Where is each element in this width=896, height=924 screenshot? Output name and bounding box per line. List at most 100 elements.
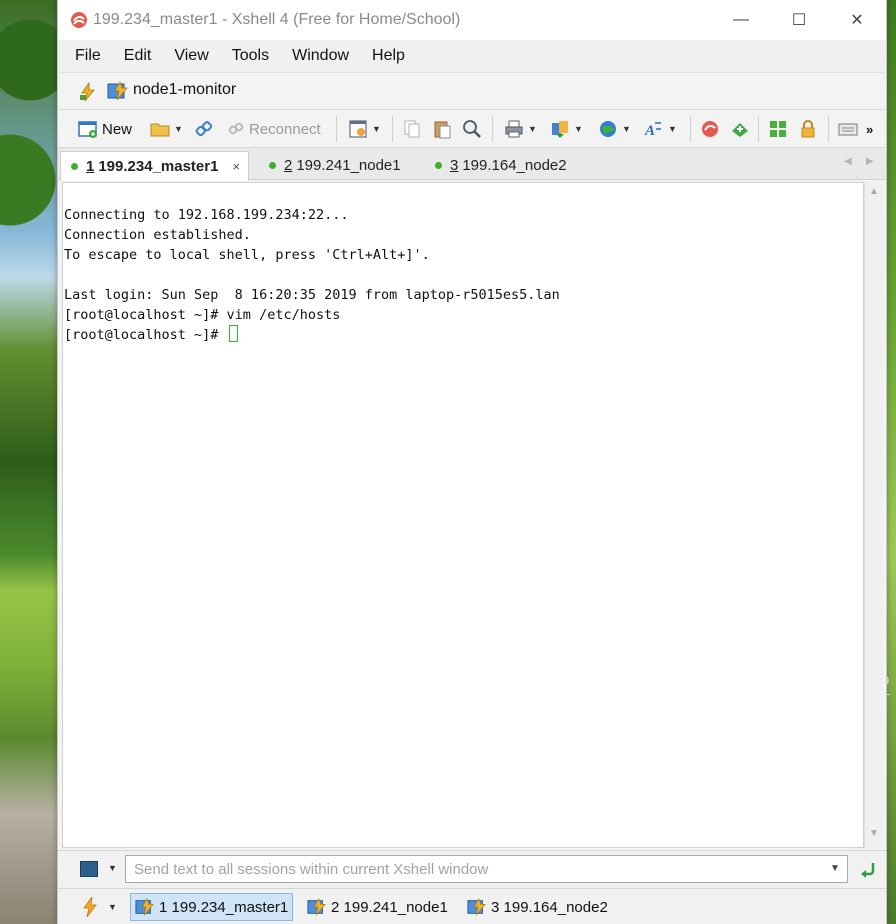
window-title: 199.234_master1 - Xshell 4 (Free for Hom… [93,11,461,28]
toolbar-separator [392,116,393,142]
find-button[interactable] [462,118,482,140]
send-arrow-icon[interactable] [858,860,878,880]
compose-bar: ▼ ▼ [58,850,886,888]
print-button[interactable]: ▼ [504,118,537,140]
xftp-button[interactable] [730,118,750,140]
maximize-button[interactable]: ☐ [770,0,828,40]
copy-button[interactable] [402,118,422,140]
transfer-button[interactable]: ▼ [550,118,583,140]
compose-mode-icon[interactable] [80,861,98,877]
session-button-1[interactable]: 1 199.234_master1 [130,893,294,921]
tab-label: 199.241_node1 [296,157,401,174]
link-icon [195,121,213,137]
chevron-down-icon[interactable]: ▼ [830,863,840,874]
send-to-all-input[interactable] [125,855,848,883]
toolbar-separator [492,116,493,142]
reconnect-button[interactable]: Reconnect [226,118,321,140]
title-bar[interactable]: 199.234_master1 - Xshell 4 (Free for Hom… [58,0,886,40]
reconnect-label: Reconnect [249,120,321,138]
print-dropdown-caret[interactable]: ▼ [528,124,537,134]
paste-button[interactable] [432,118,452,140]
tab-scroll-left-icon[interactable]: ◀ [844,156,852,167]
new-session-icon [78,121,97,138]
keyboard-icon [838,123,858,136]
script-dropdown-caret[interactable]: ▼ [622,124,631,134]
session-button-3[interactable]: 3 199.164_node2 [463,893,612,921]
session-bar-caret[interactable]: ▼ [108,902,117,912]
file-transfer-icon [552,121,568,138]
xshell-button[interactable] [700,118,720,140]
script-button[interactable]: ▼ [598,118,631,140]
toolbar: New ▼ Reconnect ▼ ▼ ▼ ▼ A ▼ » [58,110,886,148]
font-button[interactable]: A ▼ [644,118,677,140]
tab-number: 1 [86,158,95,175]
terminal-scrollbar[interactable]: ▲ ▼ [864,182,883,848]
grid-layout-icon [770,121,786,137]
properties-dropdown-caret[interactable]: ▼ [372,124,381,134]
search-icon [463,120,481,138]
new-session-button[interactable]: New [78,118,132,140]
terminal-prompt: [root@localhost ~]# [64,327,227,343]
scroll-down-icon[interactable]: ▼ [869,828,879,839]
menu-edit[interactable]: Edit [121,41,155,71]
globe-icon [600,121,616,137]
session-tab-bar: 1 199.234_master1 × 2 199.241_node1 3 19… [58,148,886,181]
tab-session-2[interactable]: 2 199.241_node1 [259,151,401,180]
tab-scroll-right-icon[interactable]: ▶ [866,156,874,167]
layout-button[interactable] [768,118,788,140]
toolbar-separator [758,116,759,142]
toolbar-separator [336,116,337,142]
session-button-2[interactable]: 2 199.241_node1 [303,893,452,921]
menu-window[interactable]: Window [289,41,352,71]
tab-label: 199.164_node2 [462,157,567,174]
menu-view[interactable]: View [171,41,211,71]
printer-icon [505,120,523,138]
connected-status-dot [269,162,276,169]
session-label: 2 199.241_node1 [331,898,448,916]
session-label: 1 199.234_master1 [159,898,289,916]
tab-session-1[interactable]: 1 199.234_master1 × [60,151,250,181]
properties-button[interactable]: ▼ [348,118,381,140]
tab-number: 2 [284,157,293,174]
lightning-icon[interactable] [80,896,100,918]
tab-session-3[interactable]: 3 199.164_node2 [425,151,567,180]
close-button[interactable]: ✕ [828,0,886,40]
copy-icon [404,120,420,138]
toolbar-overflow-button[interactable]: » [866,118,873,140]
session-icon [307,898,326,916]
terminal-line: Connecting to 192.168.199.234:22... [64,207,349,223]
connected-status-dot [435,162,442,169]
menu-help[interactable]: Help [369,41,408,71]
tab-close-icon[interactable]: × [232,159,240,174]
menu-file[interactable]: File [72,41,104,71]
font-dropdown-caret[interactable]: ▼ [668,124,677,134]
toolbar-separator [690,116,691,142]
lock-button[interactable] [798,118,818,140]
terminal-cursor [228,325,238,342]
session-manager-icon[interactable] [78,82,98,102]
open-dropdown-caret[interactable]: ▼ [174,124,183,134]
session-label: 3 199.164_node2 [491,898,608,916]
address-session-name[interactable]: node1-monitor [133,81,236,99]
compose-mode-caret[interactable]: ▼ [108,863,117,873]
menu-tools[interactable]: Tools [229,41,272,71]
address-bar: node1-monitor [58,72,886,110]
keyboard-button[interactable] [838,118,858,140]
scroll-up-icon[interactable]: ▲ [869,186,879,197]
reconnect-icon [228,122,244,135]
terminal-output: Connecting to 192.168.199.234:22... Conn… [64,205,560,345]
menu-bar: File Edit View Tools Window Help [58,40,886,72]
open-button[interactable]: ▼ [150,118,183,140]
toolbar-separator [828,116,829,142]
minimize-button[interactable]: — [712,0,770,40]
font-icon: A [644,122,661,139]
terminal-line: Last login: Sun Sep 8 16:20:35 2019 from… [64,287,560,303]
terminal-area[interactable]: Connecting to 192.168.199.234:22... Conn… [62,182,864,848]
connect-button[interactable] [194,118,214,140]
connected-status-dot [71,163,78,170]
folder-icon [150,123,170,137]
xshell-app-icon [71,12,87,28]
tab-number: 3 [450,157,459,174]
xshell-window: 199.234_master1 - Xshell 4 (Free for Hom… [57,0,887,924]
transfer-dropdown-caret[interactable]: ▼ [574,124,583,134]
